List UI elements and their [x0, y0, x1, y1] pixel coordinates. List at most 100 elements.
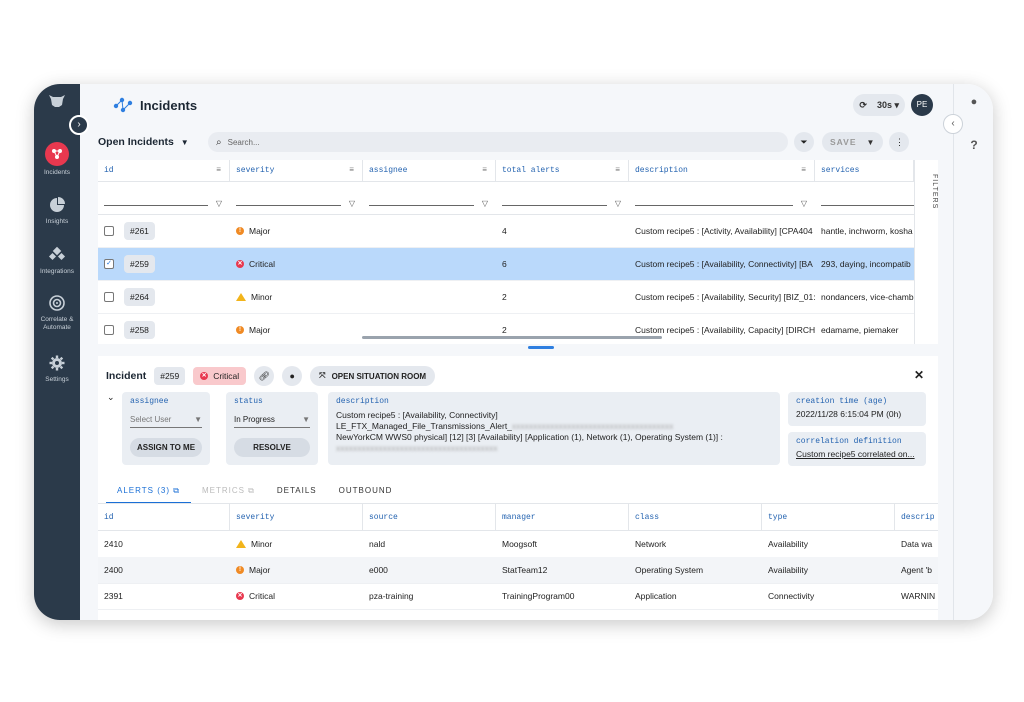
filter-severity[interactable]: ▽: [230, 182, 363, 214]
view-selector[interactable]: Open Incidents ▼: [98, 136, 208, 148]
major-severity-icon: !: [236, 227, 244, 235]
total-alerts-cell: 2: [502, 325, 507, 335]
horizontal-scrollbar[interactable]: [362, 336, 662, 339]
assignee-cell: [363, 314, 496, 344]
resolve-button[interactable]: RESOLVE: [234, 438, 310, 457]
detail-header: Incident #259 ✕ Critical 🔗︎ ● ⤧ OPEN SIT…: [106, 366, 436, 386]
funnel-icon[interactable]: ▽: [349, 199, 355, 208]
table-row-selected[interactable]: ✓ #259 ✕ Critical 6 Custom recipe5 : [Avai…: [98, 248, 914, 281]
filters-side-tab[interactable]: FILTERS: [914, 160, 938, 344]
correlation-link[interactable]: Custom recipe5 correlated on...: [796, 449, 918, 460]
filter-total-alerts[interactable]: ▽: [496, 182, 629, 214]
assignee-select[interactable]: Select User ▼: [130, 412, 202, 428]
funnel-icon[interactable]: ▽: [615, 199, 621, 208]
alerts-column-header[interactable]: id: [98, 504, 230, 530]
alerts-column-header[interactable]: class: [629, 504, 762, 530]
refresh-interval-select[interactable]: 30s ▾: [877, 100, 899, 111]
tab-metrics[interactable]: METRICS ⧉: [191, 482, 266, 504]
column-header-assignee[interactable]: assignee ≡: [363, 160, 496, 181]
help-icon[interactable]: ?: [954, 138, 993, 152]
filter-id[interactable]: ▽: [98, 182, 230, 214]
link-button[interactable]: 🔗︎: [254, 366, 275, 386]
tab-details[interactable]: DETAILS: [266, 482, 328, 504]
description-cell: Custom recipe5 : [Activity, Availability…: [635, 226, 813, 236]
column-header-id[interactable]: id ≡: [98, 160, 230, 181]
column-header-total-alerts[interactable]: total alerts ≡: [496, 160, 629, 181]
alerts-column-header[interactable]: manager: [496, 504, 629, 530]
alert-row[interactable]: 2410 Minor nald Moogsoft Network Availab…: [98, 531, 938, 558]
alerts-column-header[interactable]: severity: [230, 504, 363, 530]
column-menu-icon[interactable]: ≡: [482, 166, 487, 175]
tab-outbound[interactable]: OUTBOUND: [328, 482, 404, 504]
funnel-icon[interactable]: ▽: [801, 199, 807, 208]
column-menu-icon[interactable]: ≡: [801, 166, 806, 175]
alerts-column-header[interactable]: type: [762, 504, 895, 530]
comment-button[interactable]: ●: [282, 366, 303, 386]
save-button[interactable]: SAVE ▼: [822, 132, 884, 152]
more-options-button[interactable]: ⋮: [889, 132, 910, 152]
row-checkbox[interactable]: [104, 325, 114, 335]
alert-row[interactable]: 2391 ✕ Critical pza-training TrainingProg…: [98, 583, 938, 610]
refresh-control: ⟳ 30s ▾: [853, 94, 905, 116]
filter-button[interactable]: ⏷: [794, 132, 814, 152]
close-icon[interactable]: ✕: [914, 368, 924, 382]
assignee-placeholder: Select User: [130, 415, 172, 424]
severity-label: Major: [249, 226, 271, 236]
funnel-icon[interactable]: ▽: [216, 199, 222, 208]
row-checkbox[interactable]: [104, 226, 114, 236]
filter-description[interactable]: ▽: [629, 182, 815, 214]
assignee-title: assignee: [130, 397, 169, 406]
row-checkbox-checked[interactable]: ✓: [104, 259, 114, 269]
column-menu-icon[interactable]: ≡: [615, 166, 620, 175]
alert-type: Availability: [768, 565, 809, 575]
funnel-icon[interactable]: ▽: [482, 199, 488, 208]
status-select[interactable]: In Progress ▼: [234, 412, 310, 428]
expand-nav-button[interactable]: ›: [69, 115, 89, 135]
creation-title: creation time (age): [796, 397, 888, 406]
alerts-column-header[interactable]: source: [363, 504, 496, 530]
table-row[interactable]: #258 ! Major 2 Custom recipe5 : [Availabi…: [98, 314, 914, 344]
refresh-icon[interactable]: ⟳: [859, 100, 867, 111]
collapse-sidebar-button[interactable]: ‹: [943, 114, 963, 134]
alerts-column-header[interactable]: descrip: [895, 504, 938, 530]
open-situation-room-button[interactable]: ⤧ OPEN SITUATION ROOM: [310, 366, 436, 386]
nav-item-correlate[interactable]: Correlate & Automate: [34, 294, 80, 332]
collapse-chevron-icon[interactable]: ⌄: [107, 392, 115, 403]
link-icon: 🔗︎: [258, 371, 270, 381]
nav-label-insights: Insights: [45, 218, 69, 225]
table-row[interactable]: #264 Minor 2 Custom recipe5 : [Availabil…: [98, 281, 914, 314]
panel-resize-handle[interactable]: [528, 346, 554, 349]
incident-id[interactable]: #261: [124, 222, 155, 240]
search-input[interactable]: ⌕ Search...: [208, 132, 788, 152]
avatar[interactable]: PE: [911, 94, 933, 116]
column-menu-icon[interactable]: ≡: [216, 166, 221, 175]
assign-to-me-button[interactable]: ASSIGN TO ME: [130, 438, 202, 457]
tab-alerts[interactable]: ALERTS (3) ⧉: [106, 482, 191, 504]
row-checkbox[interactable]: [104, 292, 114, 302]
alert-class: Network: [635, 539, 667, 549]
caret-down-icon[interactable]: ▼: [867, 138, 876, 147]
open-room-label: OPEN SITUATION ROOM: [331, 371, 427, 381]
nav-item-insights[interactable]: Insights: [34, 196, 80, 226]
alert-id: 2410: [104, 539, 123, 549]
column-menu-icon[interactable]: ≡: [349, 166, 354, 175]
nav-item-integrations[interactable]: Integrations: [34, 246, 80, 276]
description-cell: Custom recipe5 : [Availability, Connecti…: [635, 259, 813, 269]
filter-assignee[interactable]: ▽: [363, 182, 496, 214]
nav-item-incidents[interactable]: Incidents: [34, 142, 80, 177]
incident-id[interactable]: #264: [124, 288, 155, 306]
incident-id[interactable]: #259: [124, 255, 155, 273]
nav-item-settings[interactable]: Settings: [34, 354, 80, 384]
column-header-severity[interactable]: severity ≡: [230, 160, 363, 181]
tab-label: OUTBOUND: [338, 486, 393, 495]
column-header-services[interactable]: services: [815, 160, 914, 181]
external-link-icon[interactable]: ⧉: [173, 486, 180, 495]
chat-bubble-icon[interactable]: ●: [954, 96, 993, 108]
alert-row[interactable]: 2400 ! Major e000 StatTeam12 Operating Sy…: [98, 557, 938, 584]
column-header-description[interactable]: description ≡: [629, 160, 815, 181]
table-row[interactable]: #261 ! Major 4 Custom recipe5 : [Activity…: [98, 215, 914, 248]
page-title-text: Incidents: [140, 97, 198, 113]
incident-id[interactable]: #258: [124, 321, 155, 339]
cow-logo-icon: [49, 95, 65, 107]
filter-services[interactable]: [815, 182, 914, 214]
